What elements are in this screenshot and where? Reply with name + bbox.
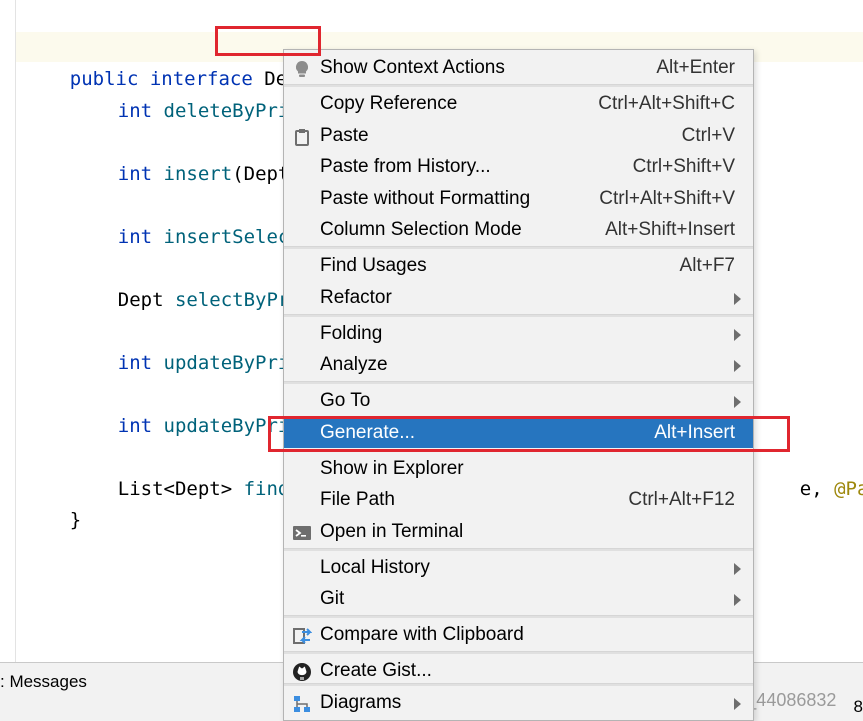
menu-item-shortcut: Alt+Shift+Insert [605, 219, 735, 240]
menu-item-label: File Path [320, 489, 395, 510]
param-annotation: @Param [834, 478, 863, 500]
menu-separator [284, 651, 753, 654]
menu-separator [284, 84, 753, 87]
menu-item-label: Git [320, 588, 345, 609]
submenu-arrow-icon [734, 293, 741, 305]
menu-separator [284, 381, 753, 384]
type-int: int [117, 163, 153, 185]
type-int: int [117, 415, 153, 437]
menu-separator [284, 246, 753, 249]
menu-item-label: Local History [320, 557, 430, 578]
context-menu: Show Context Actions Alt+Enter Copy Refere… [283, 49, 754, 721]
menu-item-shortcut: Ctrl+Alt+Shift+V [599, 188, 735, 209]
menu-item-compare-with-clipboard[interactable]: Compare with Clipboard [284, 619, 753, 650]
submenu-arrow-icon [734, 396, 741, 408]
menu-item-paste-from-history[interactable]: Paste from History... Ctrl+Shift+V [284, 151, 753, 182]
menu-item-label: Copy Reference [320, 93, 458, 114]
menu-item-shortcut: Ctrl+V [681, 125, 735, 146]
status-indicator: 8 [853, 697, 863, 716]
method-name: insert [163, 163, 233, 185]
menu-item-label: Folding [320, 323, 383, 344]
menu-item-analyze[interactable]: Analyze [284, 349, 753, 380]
menu-separator [284, 314, 753, 317]
menu-item-label: Find Usages [320, 255, 427, 276]
menu-item-label: Open in Terminal [320, 521, 464, 542]
menu-item-refactor[interactable]: Refactor [284, 282, 753, 313]
menu-item-column-selection-mode[interactable]: Column Selection Mode Alt+Shift+Insert [284, 214, 753, 245]
menu-item-label: Show Context Actions [320, 57, 505, 78]
code-line-close[interactable]: } [24, 472, 81, 531]
type-int: int [117, 100, 153, 122]
menu-item-local-history[interactable]: Local History [284, 552, 753, 583]
close-brace: } [69, 509, 82, 531]
menu-item-label: Compare with Clipboard [320, 624, 524, 645]
menu-item-label: Paste from History... [320, 156, 491, 177]
terminal-icon [292, 522, 312, 542]
menu-item-label: Paste [320, 125, 369, 146]
type-dept: Dept [117, 289, 164, 311]
menu-item-shortcut: Ctrl+Alt+Shift+C [598, 93, 735, 114]
menu-item-diagrams[interactable]: Diagrams [284, 687, 753, 718]
diagram-icon [292, 693, 312, 713]
menu-item-paste-without-formatting[interactable]: Paste without Formatting Ctrl+Alt+Shift+V [284, 183, 753, 214]
type-list: List<Dept> [117, 478, 233, 500]
menu-item-generate[interactable]: Generate... Alt+Insert [284, 417, 753, 448]
gutter-divider [15, 0, 16, 662]
compare-icon [292, 625, 313, 645]
submenu-arrow-icon [734, 360, 741, 372]
menu-separator [284, 548, 753, 551]
menu-item-find-usages[interactable]: Find Usages Alt+F7 [284, 250, 753, 281]
menu-item-show-in-explorer[interactable]: Show in Explorer [284, 453, 753, 484]
menu-item-label: Diagrams [320, 692, 402, 713]
menu-item-create-gist[interactable]: Create Gist... [284, 655, 753, 686]
github-icon [292, 661, 312, 681]
code-line-find-tail[interactable]: e, @Param [754, 441, 863, 500]
menu-separator [284, 615, 753, 618]
menu-item-shortcut: Alt+Insert [654, 422, 735, 443]
submenu-arrow-icon [734, 563, 741, 575]
menu-item-file-path[interactable]: File Path Ctrl+Alt+F12 [284, 484, 753, 515]
submenu-arrow-icon [734, 329, 741, 341]
menu-item-label: Create Gist... [320, 660, 432, 681]
menu-item-label: Go To [320, 390, 371, 411]
type-int: int [117, 226, 153, 248]
menu-item-shortcut: Ctrl+Alt+F12 [628, 489, 735, 510]
menu-item-copy-reference[interactable]: Copy Reference Ctrl+Alt+Shift+C [284, 88, 753, 119]
menu-item-go-to[interactable]: Go To [284, 385, 753, 416]
menu-item-show-context-actions[interactable]: Show Context Actions Alt+Enter [284, 52, 753, 83]
submenu-arrow-icon [734, 698, 741, 710]
menu-item-label: Analyze [320, 354, 388, 375]
type-int: int [117, 352, 153, 374]
menu-item-paste[interactable]: Paste Ctrl+V [284, 120, 753, 151]
menu-separator [284, 449, 753, 452]
menu-item-label: Refactor [320, 287, 392, 308]
menu-item-label: Paste without Formatting [320, 188, 531, 209]
menu-item-shortcut: Alt+F7 [679, 255, 735, 276]
param-separator: e, [799, 478, 835, 500]
lightbulb-icon [292, 58, 312, 78]
clipboard-icon [292, 126, 312, 146]
menu-item-label: Column Selection Mode [320, 219, 522, 240]
messages-tab[interactable]: : Messages [0, 663, 87, 697]
menu-item-label: Generate... [320, 422, 416, 443]
menu-item-shortcut: Ctrl+Shift+V [632, 156, 735, 177]
submenu-arrow-icon [734, 594, 741, 606]
menu-item-shortcut: Alt+Enter [656, 57, 735, 78]
menu-item-open-in-terminal[interactable]: Open in Terminal [284, 516, 753, 547]
menu-item-label: Show in Explorer [320, 458, 464, 479]
menu-item-git[interactable]: Git [284, 583, 753, 614]
menu-item-folding[interactable]: Folding [284, 318, 753, 349]
